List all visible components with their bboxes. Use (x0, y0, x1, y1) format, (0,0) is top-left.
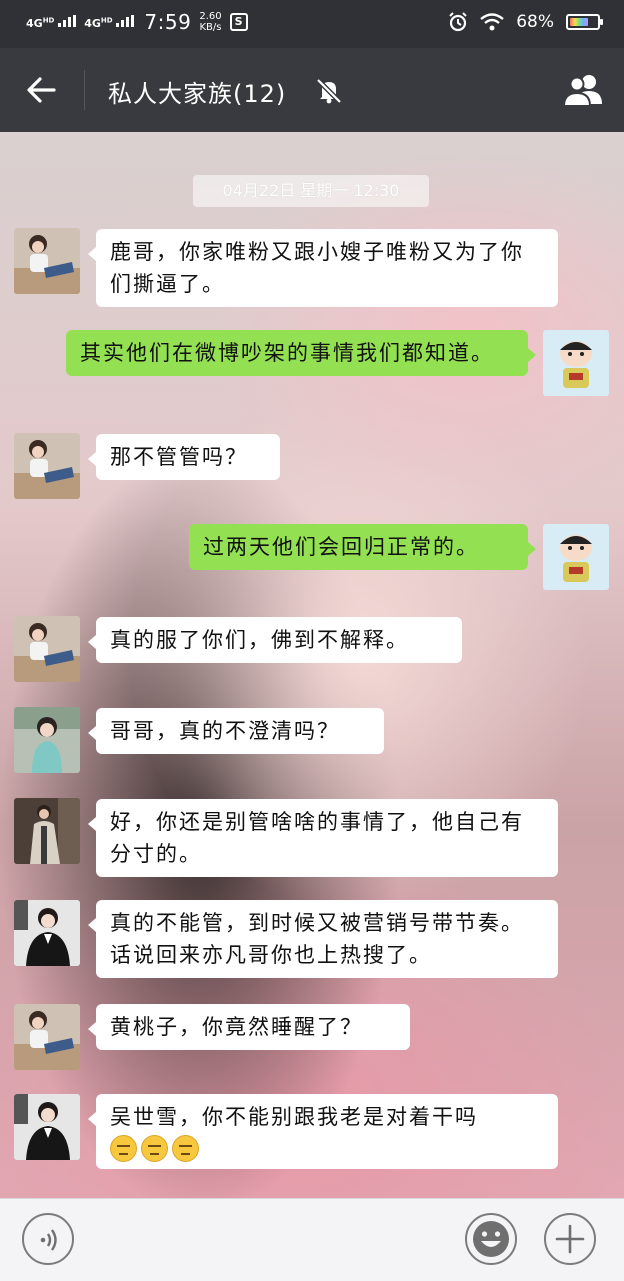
voice-button[interactable] (22, 1213, 74, 1265)
avatar-girl-sitting[interactable] (14, 433, 80, 499)
avatar-girl-sitting[interactable] (14, 616, 80, 682)
header-divider (84, 70, 85, 110)
plus-icon (555, 1224, 585, 1254)
message-text: 黄桃子，你竟然睡醒了？ (110, 1015, 363, 1039)
expressionless-emoji (141, 1135, 168, 1162)
emoji-icon (473, 1221, 509, 1257)
avatar-man-suit[interactable] (14, 900, 80, 966)
message-bubble[interactable]: 那不管管吗？ (88, 434, 280, 480)
status-bar: 4GHD 4GHD 7:59 2.60 KB/s S 68% (0, 0, 624, 48)
back-arrow-icon (27, 77, 56, 103)
message-bubble[interactable]: 过两天他们会回归正常的。 (189, 524, 536, 570)
clock: 7:59 (144, 10, 192, 34)
bell-muted-icon (314, 76, 344, 106)
message-text: 哥哥，真的不澄清吗？ (110, 719, 340, 743)
expressionless-emoji (110, 1135, 137, 1162)
message-bubble[interactable]: 吴世雪，你不能别跟我老是对着干吗 (88, 1094, 558, 1169)
message-bubble[interactable]: 好，你还是别管啥啥的事情了，他自己有分寸的。 (88, 799, 558, 877)
input-bar (0, 1198, 624, 1281)
avatar-girl-sitting[interactable] (14, 1004, 80, 1070)
avatar-woman-teal[interactable] (14, 707, 80, 773)
message-bubble[interactable]: 黄桃子，你竟然睡醒了？ (88, 1004, 410, 1050)
chat-header: 私人大家族(12) (0, 48, 624, 132)
battery-percent: 68% (516, 12, 554, 32)
avatar-girl-sitting[interactable] (14, 228, 80, 294)
message-bubble[interactable]: 真的不能管，到时候又被营销号带节奏。话说回来亦凡哥你也上热搜了。 (88, 900, 558, 978)
chat-area[interactable]: 04月22日 星期一 12:30 鹿哥，你家唯粉又跟小嫂子唯粉又为了你们撕逼了。… (0, 132, 624, 1198)
chat-title: 私人大家族(12) (108, 80, 287, 108)
message-text: 真的不能管，到时候又被营销号带节奏。话说回来亦凡哥你也上热搜了。 (110, 911, 524, 967)
message-text: 其实他们在微博吵架的事情我们都知道。 (80, 341, 494, 365)
battery-icon (566, 14, 603, 30)
avatar-crayon-shin[interactable] (543, 330, 609, 396)
emoji-button[interactable] (465, 1213, 517, 1265)
voice-icon (40, 1229, 57, 1251)
message-text: 过两天他们会回归正常的。 (203, 535, 479, 559)
wifi-icon (480, 13, 504, 31)
message-bubble[interactable]: 真的服了你们，佛到不解释。 (88, 617, 462, 663)
network-indicator-1: 4GHD (26, 15, 77, 29)
group-members-button[interactable] (562, 70, 606, 110)
emoji-row (110, 1135, 544, 1162)
network-speed: 2.60 KB/s (199, 11, 222, 33)
alarm-icon (449, 12, 467, 32)
back-button[interactable] (22, 70, 62, 110)
message-bubble[interactable]: 其实他们在微博吵架的事情我们都知道。 (66, 330, 536, 376)
signal-icon (116, 15, 135, 27)
avatar-crayon-shin[interactable] (543, 524, 609, 590)
group-members-icon (562, 75, 602, 107)
signal-icon (58, 15, 77, 27)
sim-icon: S (229, 13, 248, 31)
message-bubble[interactable]: 鹿哥，你家唯粉又跟小嫂子唯粉又为了你们撕逼了。 (88, 229, 558, 307)
avatar-man-suit[interactable] (14, 1094, 80, 1160)
avatar-man-coat[interactable] (14, 798, 80, 864)
message-text: 鹿哥，你家唯粉又跟小嫂子唯粉又为了你们撕逼了。 (110, 240, 524, 296)
more-button[interactable] (544, 1213, 596, 1265)
battery-fill (570, 18, 588, 26)
expressionless-emoji (172, 1135, 199, 1162)
network-indicator-2: 4GHD (84, 15, 135, 29)
message-bubble[interactable]: 哥哥，真的不澄清吗？ (88, 708, 384, 754)
message-text: 吴世雪，你不能别跟我老是对着干吗 (110, 1105, 478, 1129)
message-timestamp: 04月22日 星期一 12:30 (193, 175, 429, 207)
message-text: 那不管管吗？ (110, 445, 248, 469)
message-text: 好，你还是别管啥啥的事情了，他自己有分寸的。 (110, 810, 524, 866)
message-text: 真的服了你们，佛到不解释。 (110, 628, 409, 652)
